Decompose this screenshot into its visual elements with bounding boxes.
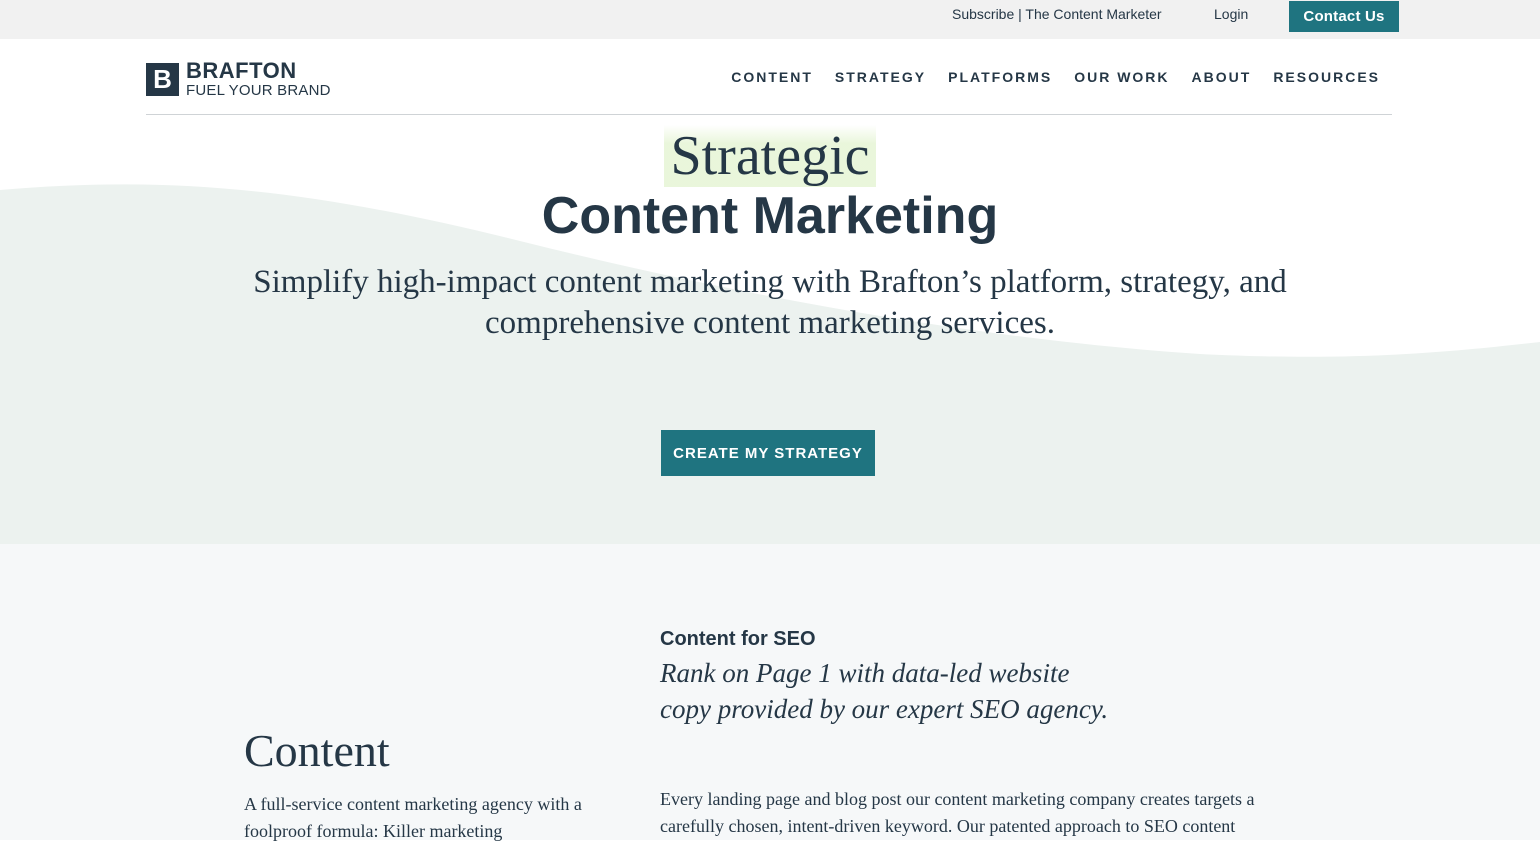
brafton-logo[interactable]: B BRAFTON FUEL YOUR BRAND	[146, 59, 331, 99]
subscribe-link[interactable]: Subscribe | The Content Marketer	[952, 6, 1162, 22]
utility-bar: Subscribe | The Content Marketer Login C…	[0, 0, 1540, 39]
logo-mark: B	[146, 62, 179, 96]
main-nav: CONTENT STRATEGY PLATFORMS OUR WORK ABOU…	[731, 69, 1380, 85]
logo-tagline: FUEL YOUR BRAND	[186, 82, 331, 99]
nav-item-about[interactable]: ABOUT	[1192, 69, 1252, 85]
create-my-strategy-button[interactable]: CREATE MY STRATEGY	[661, 430, 875, 476]
logo-name: BRAFTON	[186, 58, 297, 83]
hero-subtitle: Simplify high-impact content marketing w…	[253, 264, 1287, 341]
nav-item-resources[interactable]: RESOURCES	[1273, 69, 1380, 85]
hero-title-highlight: Strategic	[664, 125, 876, 187]
logo-text: BRAFTON FUEL YOUR BRAND	[186, 58, 331, 99]
nav-item-content[interactable]: CONTENT	[731, 69, 813, 85]
seo-tagline: Rank on Page 1 with data-led website cop…	[660, 658, 1109, 724]
nav-item-our-work[interactable]: OUR WORK	[1074, 69, 1169, 85]
nav-item-strategy[interactable]: STRATEGY	[835, 69, 926, 85]
content-section: Content for SEO Rank on Page 1 with data…	[0, 544, 1540, 841]
header-divider	[146, 114, 1392, 115]
content-description: A full-service content marketing agency …	[244, 794, 582, 841]
login-link[interactable]: Login	[1214, 6, 1248, 22]
hero-section: Strategic Content Marketing Simplify hig…	[0, 116, 1540, 544]
hero-title-strategic: Strategic	[0, 125, 1540, 188]
nav-item-platforms[interactable]: PLATFORMS	[948, 69, 1052, 85]
content-for-seo-label[interactable]: Content for SEO	[660, 628, 816, 651]
content-heading: Content	[244, 725, 390, 776]
seo-body-text: Every landing page and blog post our con…	[660, 789, 1255, 836]
contact-us-button[interactable]: Contact Us	[1289, 1, 1399, 32]
hero-title: Content Marketing	[541, 187, 999, 245]
site-header: B BRAFTON FUEL YOUR BRAND CONTENT STRATE…	[0, 39, 1540, 116]
